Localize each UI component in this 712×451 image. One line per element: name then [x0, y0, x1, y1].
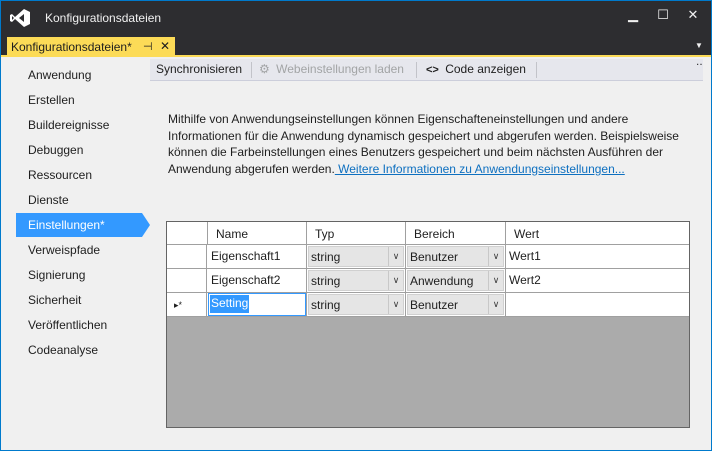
view-code-label: Code anzeigen: [445, 62, 526, 76]
scope-value: Benutzer: [410, 250, 459, 264]
setting-value-cell[interactable]: Wert2: [506, 269, 689, 292]
type-dropdown[interactable]: string ∨: [308, 294, 404, 315]
toolbar-separator: [251, 62, 252, 78]
sidebar-item-einstellungen[interactable]: Einstellungen*: [16, 213, 150, 237]
load-web-settings-label: Webeinstellungen laden: [276, 62, 404, 76]
setting-scope-cell: Benutzer ∨: [406, 293, 506, 316]
type-dropdown[interactable]: string ∨: [308, 270, 404, 291]
sidebar-item-buildereignisse[interactable]: Buildereignisse: [16, 113, 142, 137]
toolbar-overflow-icon[interactable]: ‥: [696, 57, 704, 68]
window-title: Konfigurationsdateien: [45, 11, 162, 25]
column-header-type[interactable]: Typ: [307, 222, 406, 244]
setting-scope-cell: Benutzer ∨: [406, 245, 506, 268]
chevron-down-icon[interactable]: ∨: [488, 271, 503, 290]
type-value: string: [311, 298, 341, 312]
more-info-link[interactable]: Weitere Informationen zu Anwendungseinst…: [335, 162, 625, 176]
pin-icon[interactable]: ⊣: [143, 40, 153, 53]
active-indicator-arrow: [142, 213, 150, 237]
setting-type-cell: string ∨: [307, 293, 406, 316]
settings-page: Synchronisieren ⚙ Webeinstellungen laden…: [150, 57, 710, 450]
maximize-button[interactable]: ☐: [648, 1, 678, 31]
table-row[interactable]: Eigenschaft2 string ∨ Anwendung ∨ Wert2: [167, 269, 689, 293]
setting-value-cell[interactable]: [506, 293, 689, 316]
document-tab[interactable]: Konfigurationsdateien* ⊣ ✕: [7, 37, 175, 57]
sidebar-item-debuggen[interactable]: Debuggen: [16, 138, 142, 162]
title-bar: Konfigurationsdateien ▁ ☐ ✕: [1, 1, 711, 35]
sidebar-item-erstellen[interactable]: Erstellen: [16, 88, 142, 112]
chevron-down-icon[interactable]: ∨: [388, 271, 403, 290]
scope-value: Anwendung: [410, 274, 474, 288]
type-value: string: [311, 274, 341, 288]
toolbar-separator: [536, 62, 537, 78]
web-settings-icon: ⚙: [259, 62, 270, 76]
sidebar: Anwendung Erstellen Buildereignisse Debu…: [1, 59, 150, 450]
load-web-settings-button[interactable]: ⚙ Webeinstellungen laden: [259, 62, 404, 78]
scope-dropdown[interactable]: Benutzer ∨: [407, 294, 504, 315]
setting-value-cell[interactable]: Wert1: [506, 245, 689, 268]
sidebar-item-label: Einstellungen*: [28, 218, 105, 232]
row-header[interactable]: [167, 245, 207, 268]
sidebar-item-verweispfade[interactable]: Verweispfade: [16, 238, 142, 262]
sidebar-item-anwendung[interactable]: Anwendung: [16, 63, 142, 87]
type-dropdown[interactable]: string ∨: [308, 246, 404, 267]
column-header-name[interactable]: Name: [208, 222, 307, 244]
column-header-value[interactable]: Wert: [506, 222, 689, 244]
scope-value: Benutzer: [410, 298, 459, 312]
sidebar-item-ressourcen[interactable]: Ressourcen: [16, 163, 142, 187]
chevron-down-icon[interactable]: ∨: [388, 295, 403, 314]
close-icon[interactable]: ✕: [160, 39, 170, 53]
setting-name-cell[interactable]: Setting: [208, 293, 307, 316]
new-row-indicator-icon[interactable]: ▸*: [167, 293, 207, 316]
scope-dropdown[interactable]: Benutzer ∨: [407, 246, 504, 267]
window: Konfigurationsdateien ▁ ☐ ✕ Konfiguratio…: [0, 0, 712, 451]
document-tab-row: Konfigurationsdateien* ⊣ ✕ ▼: [1, 35, 711, 57]
sidebar-item-codeanalyse[interactable]: Codeanalyse: [16, 338, 142, 362]
setting-type-cell: string ∨: [307, 245, 406, 268]
setting-type-cell: string ∨: [307, 269, 406, 292]
column-header-scope[interactable]: Bereich: [406, 222, 506, 244]
sidebar-item-dienste[interactable]: Dienste: [16, 188, 142, 212]
grid-corner: [167, 222, 208, 244]
minimize-button[interactable]: ▁: [618, 1, 648, 31]
sidebar-item-signierung[interactable]: Signierung: [16, 263, 142, 287]
document-tab-label: Konfigurationsdateien*: [11, 40, 132, 54]
setting-name-cell[interactable]: Eigenschaft1: [208, 245, 307, 268]
settings-description: Mithilfe von Anwendungseinstellungen kön…: [168, 111, 688, 177]
chevron-down-icon[interactable]: ∨: [488, 295, 503, 314]
grid-header: Name Typ Bereich Wert: [167, 222, 689, 245]
view-code-button[interactable]: <> Code anzeigen: [426, 62, 526, 78]
sidebar-item-veroeffentlichen[interactable]: Veröffentlichen: [16, 313, 142, 337]
table-row[interactable]: Eigenschaft1 string ∨ Benutzer ∨ Wert1: [167, 245, 689, 269]
close-window-button[interactable]: ✕: [678, 1, 708, 31]
chevron-down-icon[interactable]: ∨: [388, 247, 403, 266]
synchronize-button[interactable]: Synchronisieren: [156, 62, 242, 78]
table-row-new[interactable]: ▸* Setting string ∨ Benutzer ∨: [167, 293, 689, 317]
row-header[interactable]: [167, 269, 207, 292]
scope-dropdown[interactable]: Anwendung ∨: [407, 270, 504, 291]
type-value: string: [311, 250, 341, 264]
tab-dropdown-icon[interactable]: ▼: [695, 41, 703, 50]
settings-grid: Name Typ Bereich Wert Eigenschaft1 strin…: [166, 221, 690, 428]
code-icon: <>: [426, 64, 439, 76]
visual-studio-logo-icon: [10, 9, 30, 27]
sidebar-item-sicherheit[interactable]: Sicherheit: [16, 288, 142, 312]
setting-name-cell[interactable]: Eigenschaft2: [208, 269, 307, 292]
toolbar-separator: [416, 62, 417, 78]
settings-toolbar: Synchronisieren ⚙ Webeinstellungen laden…: [150, 57, 704, 81]
setting-scope-cell: Anwendung ∨: [406, 269, 506, 292]
setting-name-editor[interactable]: Setting: [210, 295, 250, 313]
chevron-down-icon[interactable]: ∨: [488, 247, 503, 266]
